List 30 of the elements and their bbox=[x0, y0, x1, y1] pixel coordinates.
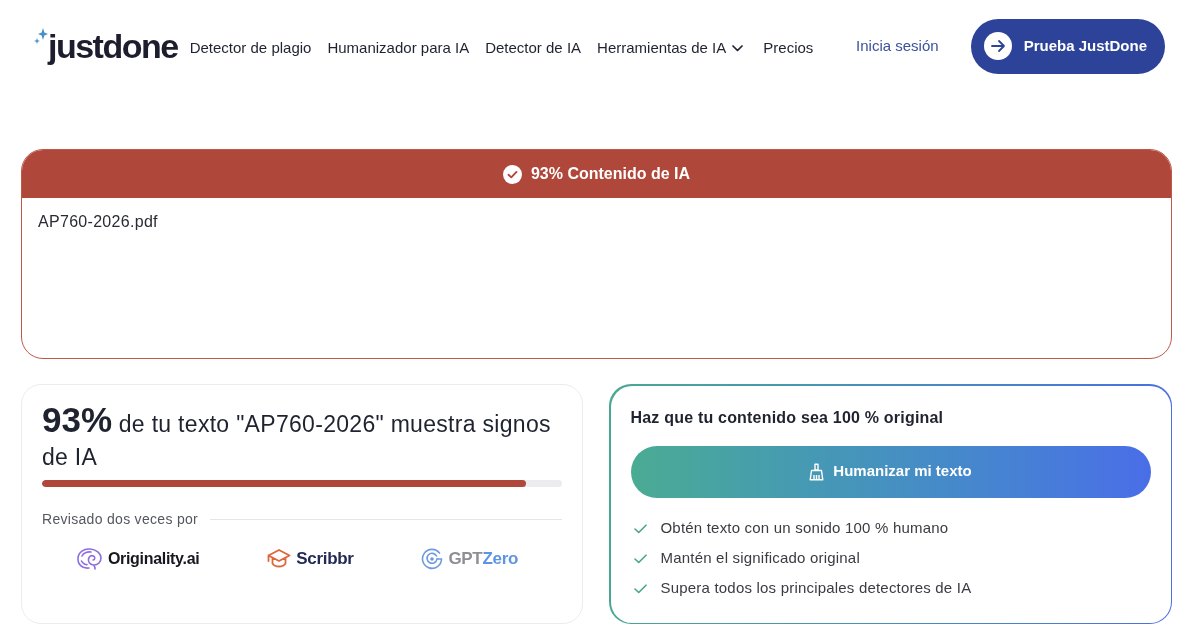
check-circle-icon bbox=[502, 164, 522, 184]
benefit-text: Mantén el significado original bbox=[660, 548, 860, 569]
detector-logo-text: GPTZero bbox=[448, 548, 519, 570]
checked-by-label: Revisado dos veces por bbox=[42, 510, 198, 529]
nav-link[interactable]: Detector de IA bbox=[485, 36, 582, 60]
sparkle-logo-icon bbox=[34, 28, 48, 46]
humanize-button[interactable]: Humanizar mi texto bbox=[630, 445, 1151, 498]
check-icon bbox=[633, 583, 647, 594]
ring-target-icon bbox=[421, 547, 444, 570]
logo-wordmark[interactable]: justdone bbox=[48, 26, 178, 66]
benefit-text: Obtén texto con un sonido 100 % humano bbox=[660, 518, 949, 539]
humanize-title: Haz que tu contenido sea 100 % original bbox=[630, 407, 945, 428]
file-name: AP760-2026.pdf bbox=[38, 213, 158, 230]
score-headline: 93% de tu texto "AP760-2026" muestra signos de IA bbox=[42, 403, 552, 472]
detector-logo-text: Scribbr bbox=[296, 548, 354, 570]
broom-icon bbox=[809, 462, 825, 481]
try-button[interactable]: Prueba JustDone bbox=[970, 18, 1165, 74]
graduation-cap-icon bbox=[267, 547, 292, 570]
nav-link[interactable]: Precios bbox=[763, 36, 814, 60]
nav-link[interactable]: Humanizador para IA bbox=[327, 36, 470, 60]
login-link[interactable]: Inicia sesión bbox=[856, 34, 939, 58]
detector-logo-text: Originality.ai bbox=[107, 548, 200, 569]
result-title: 93% Contenido de IA bbox=[530, 164, 691, 184]
nav-link[interactable]: Detector de plagio bbox=[189, 36, 312, 60]
benefit-text: Supera todos los principales detectores de IA bbox=[660, 578, 972, 599]
brain-icon bbox=[75, 546, 103, 571]
check-icon bbox=[633, 523, 647, 534]
arrow-right-icon bbox=[983, 32, 1012, 60]
check-icon bbox=[633, 553, 647, 564]
nav-link[interactable]: Herramientas de IA bbox=[597, 36, 744, 60]
